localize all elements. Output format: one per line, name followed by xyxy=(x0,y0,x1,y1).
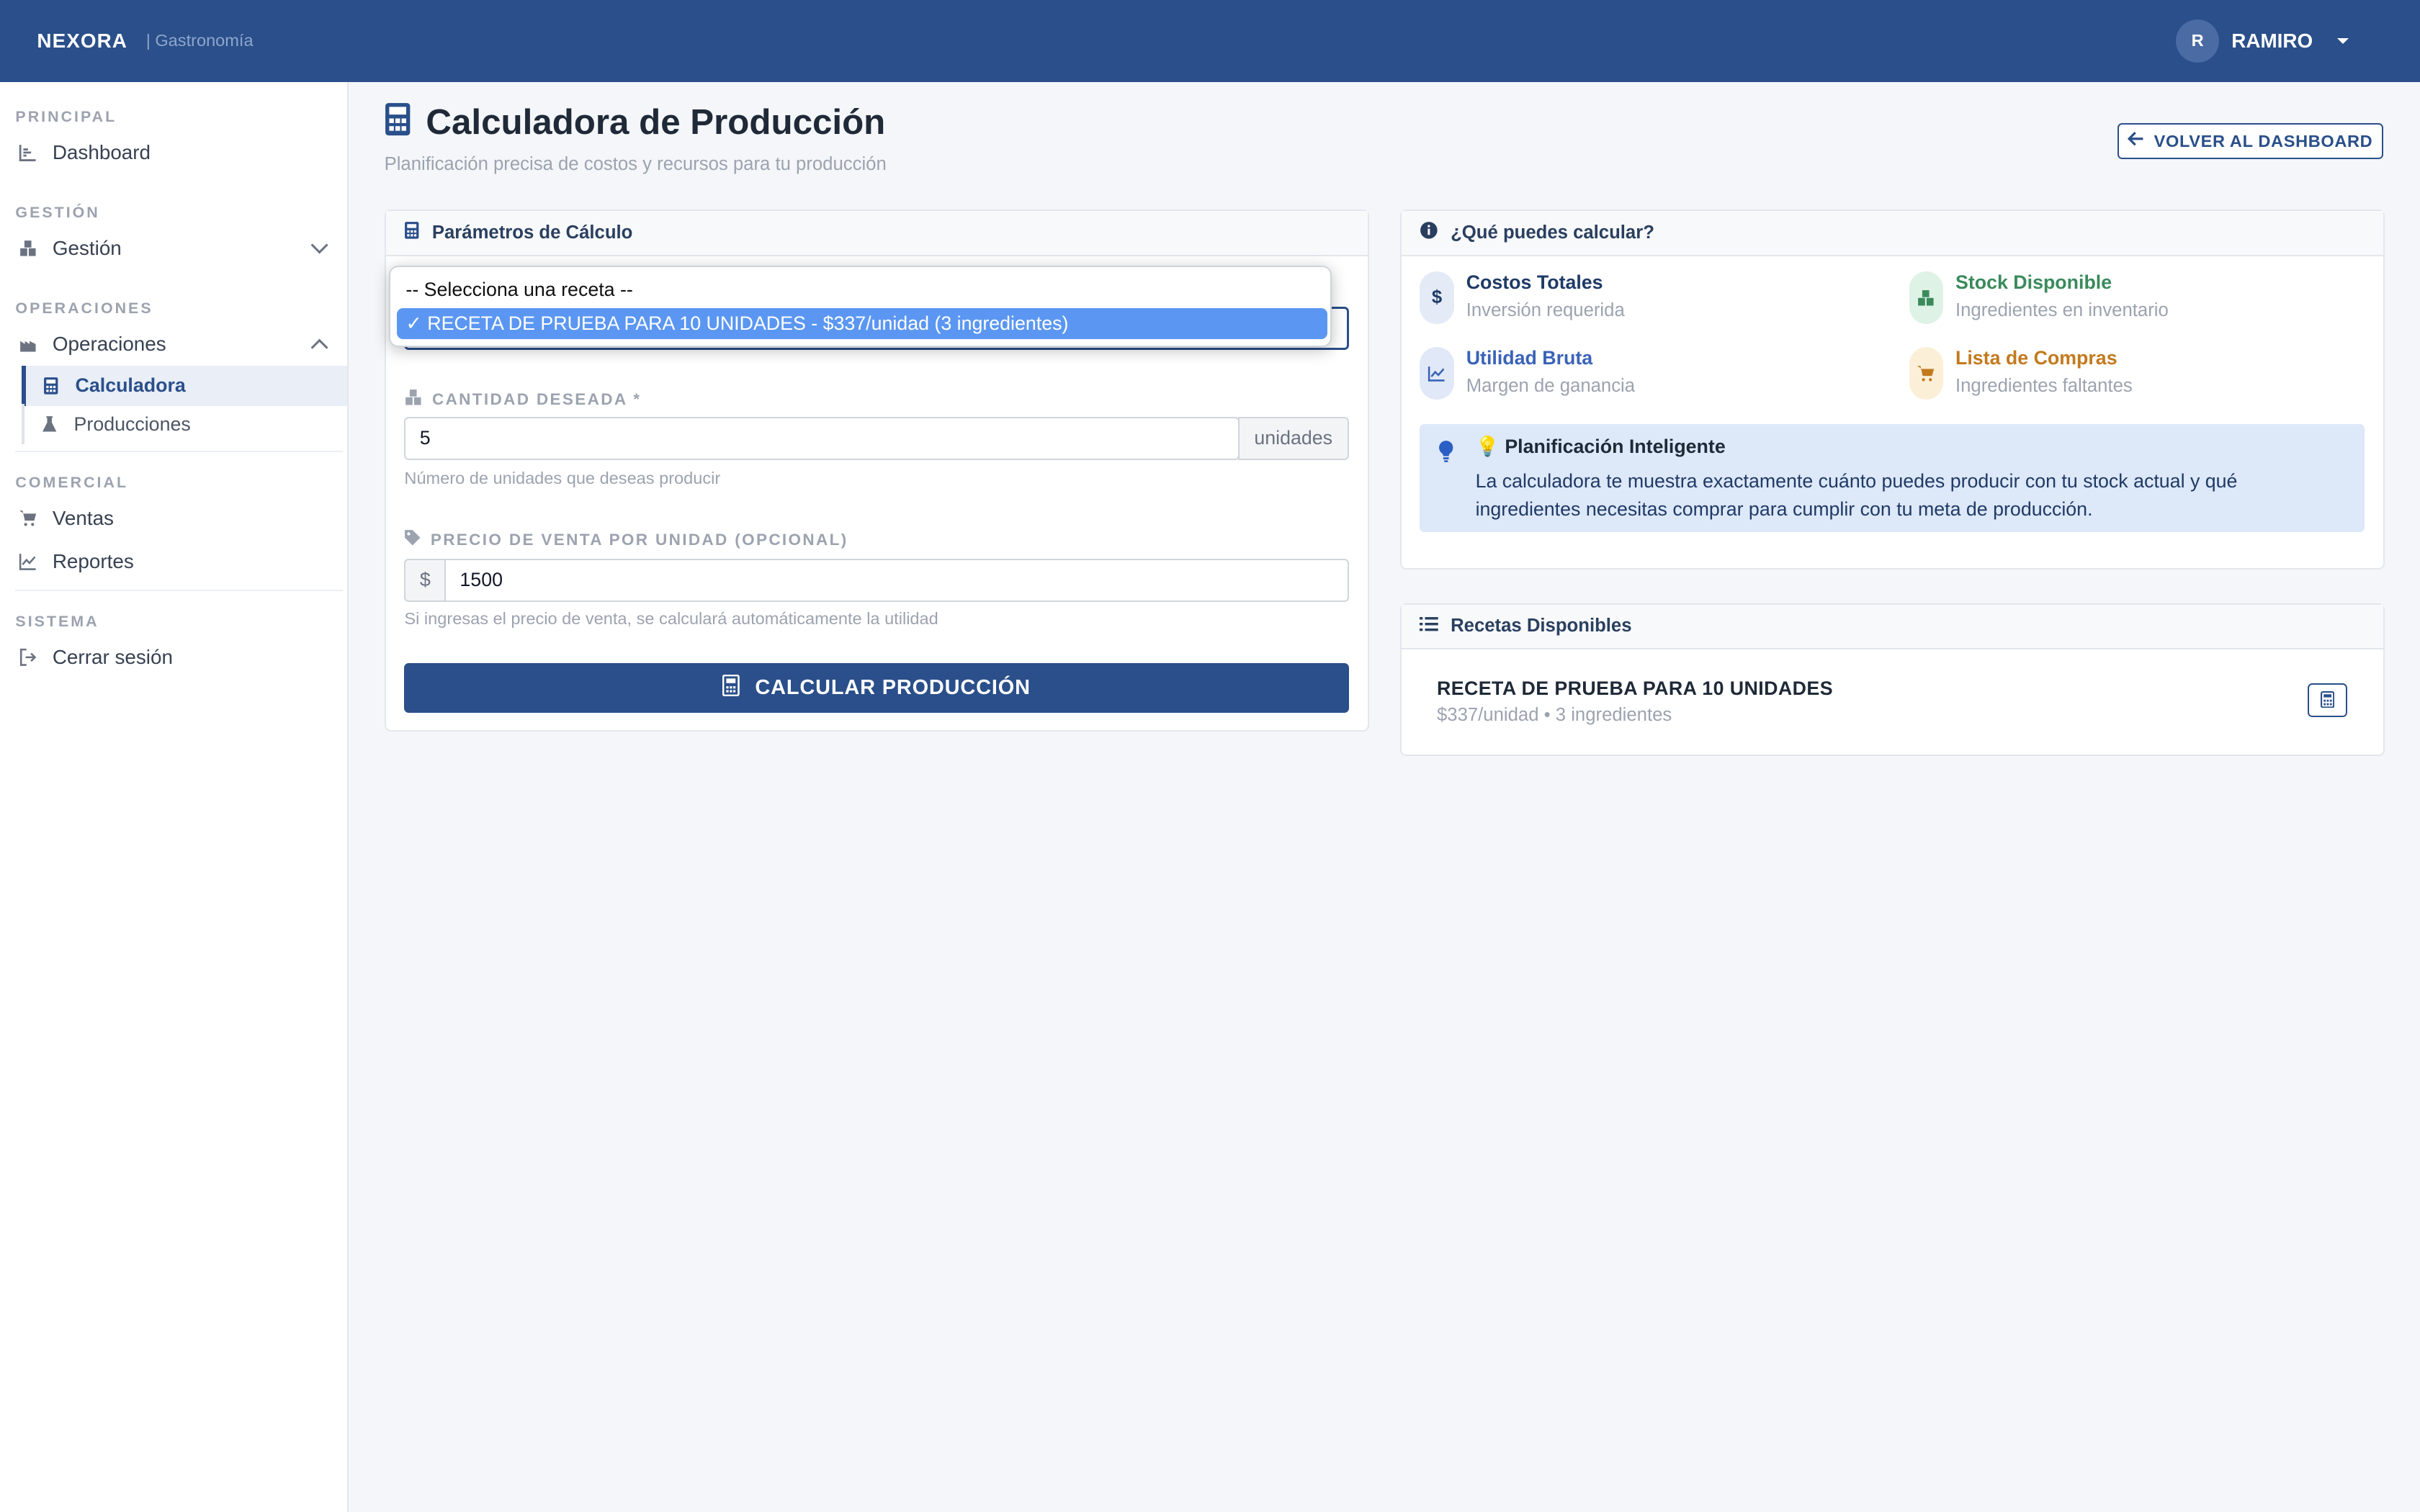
price-input[interactable]: 1500 xyxy=(444,558,1349,602)
sidebar-divider xyxy=(15,450,343,452)
lightbulb-icon xyxy=(1438,440,1453,469)
dropdown-option-placeholder[interactable]: -- Selecciona una receta -- xyxy=(397,274,1327,305)
recipe-calculate-button[interactable] xyxy=(2307,683,2348,718)
feature-title: Stock Disponible xyxy=(1955,271,2112,294)
page-header: Calculadora de Producción xyxy=(385,102,886,143)
feature-title: Lista de Compras xyxy=(1955,347,2118,369)
boxes-icon xyxy=(19,239,37,258)
chart-line-icon xyxy=(19,552,37,571)
sidebar-item-label: Producciones xyxy=(73,413,191,435)
sidebar-item-label: Gestión xyxy=(52,236,122,259)
dollar-icon: $ xyxy=(1420,271,1454,324)
sidebar-item-calculadora[interactable]: Calculadora xyxy=(22,365,348,406)
feature-lista-compras: Lista de Compras Ingredientes faltantes xyxy=(1909,347,2133,400)
arrow-left-icon xyxy=(2128,131,2145,150)
calculator-icon xyxy=(2320,686,2335,714)
sidebar-section-operaciones: OPERACIONES xyxy=(15,299,153,317)
quantity-input[interactable]: 5 xyxy=(404,416,1240,460)
cart-icon xyxy=(1909,347,1943,400)
price-label: PRECIO DE VENTA POR UNIDAD (OPCIONAL) xyxy=(404,529,848,551)
sidebar-item-cerrar-sesion[interactable]: Cerrar sesión xyxy=(0,637,347,678)
feature-desc: Ingredientes faltantes xyxy=(1955,375,2133,396)
feature-desc: Inversión requerida xyxy=(1466,300,1625,320)
sidebar-item-label: Calculadora xyxy=(75,374,186,397)
brand-subtitle: | Gastronomía xyxy=(145,31,254,50)
sidebar-section-comercial: COMERCIAL xyxy=(15,473,129,491)
params-card-title: Parámetros de Cálculo xyxy=(431,222,633,243)
calculate-button-label: CALCULAR PRODUCCIÓN xyxy=(755,676,1031,700)
feature-utilidad-bruta: Utilidad Bruta Margen de ganancia xyxy=(1420,347,1635,400)
info-card-title: ¿Qué puedes calcular? xyxy=(1451,222,1654,243)
calculator-icon xyxy=(722,674,740,702)
tip-text: La calculadora te muestra exactamente cu… xyxy=(1475,470,2238,520)
brand-logo[interactable]: NEXORA xyxy=(37,30,127,53)
user-menu[interactable]: R RAMIRO xyxy=(2176,19,2349,63)
tip-title: 💡 Planificación Inteligente xyxy=(1475,436,1726,458)
sidebar-item-label: Cerrar sesión xyxy=(52,645,173,668)
back-button-label: VOLVER AL DASHBOARD xyxy=(2154,131,2373,150)
feature-desc: Margen de ganancia xyxy=(1466,375,1636,396)
params-card-header: Parámetros de Cálculo xyxy=(385,211,1368,256)
sidebar-item-label: Operaciones xyxy=(52,332,166,355)
sidebar-section-sistema: SISTEMA xyxy=(15,612,99,630)
sidebar-item-reportes[interactable]: Reportes xyxy=(0,541,347,582)
chart-line-icon xyxy=(1420,347,1454,400)
calculator-icon xyxy=(41,377,60,395)
dropdown-option-selected[interactable]: ✓ RECETA DE PRUEBA PARA 10 UNIDADES - $3… xyxy=(396,308,1327,340)
sidebar-item-gestion[interactable]: Gestión xyxy=(0,228,347,269)
sidebar-divider xyxy=(15,589,343,591)
list-icon xyxy=(1420,616,1438,636)
calculator-icon xyxy=(404,221,419,245)
top-navbar: NEXORA | Gastronomía R RAMIRO xyxy=(0,0,2420,82)
recipe-meta: $337/unidad • 3 ingredientes xyxy=(1436,705,1672,726)
quantity-label-text: CANTIDAD DESEADA * xyxy=(431,390,642,408)
recipes-card-header: Recetas Disponibles xyxy=(1401,604,2383,649)
tip-box: 💡 Planificación Inteligente La calculado… xyxy=(1420,424,2365,533)
sign-out-icon xyxy=(19,648,37,667)
sidebar-section-principal: PRINCIPAL xyxy=(15,108,117,125)
feature-stock-disponible: Stock Disponible Ingredientes en inventa… xyxy=(1909,271,2169,324)
recipes-card-title: Recetas Disponibles xyxy=(1451,616,1632,636)
chevron-down-icon xyxy=(310,236,328,254)
avatar: R xyxy=(2176,19,2220,63)
recipe-dropdown-menu: -- Selecciona una receta -- ✓ RECETA DE … xyxy=(389,265,1332,348)
sidebar-item-operaciones[interactable]: Operaciones xyxy=(0,324,347,364)
chart-area-icon xyxy=(19,143,37,162)
industry-icon xyxy=(19,335,37,354)
quantity-label: CANTIDAD DESEADA * xyxy=(404,389,641,410)
feature-desc: Ingredientes en inventario xyxy=(1955,300,2169,320)
page-title: Calculadora de Producción xyxy=(426,102,886,143)
info-circle-icon xyxy=(1420,221,1438,245)
currency-addon: $ xyxy=(404,558,447,602)
chevron-up-icon xyxy=(310,338,328,356)
sidebar-item-producciones[interactable]: Producciones xyxy=(22,404,347,445)
info-card-header: ¿Qué puedes calcular? xyxy=(1401,211,2383,256)
recipe-name[interactable]: RECETA DE PRUEBA PARA 10 UNIDADES xyxy=(1437,678,1833,700)
calculator-icon xyxy=(385,102,411,143)
boxes-icon xyxy=(404,389,423,410)
cart-icon xyxy=(19,509,37,528)
back-to-dashboard-button[interactable]: VOLVER AL DASHBOARD xyxy=(2118,123,2383,159)
sidebar-item-label: Ventas xyxy=(52,506,114,529)
price-help: Si ingresas el precio de venta, se calcu… xyxy=(404,609,938,629)
feature-title: Utilidad Bruta xyxy=(1466,347,1593,369)
feature-title: Costos Totales xyxy=(1466,271,1603,294)
feature-costos-totales: $ Costos Totales Inversión requerida xyxy=(1420,271,1625,324)
page-subtitle: Planificación precisa de costos y recurs… xyxy=(384,154,887,175)
flask-icon xyxy=(40,415,58,433)
sidebar-item-dashboard[interactable]: Dashboard xyxy=(0,132,347,173)
price-label-text: PRECIO DE VENTA POR UNIDAD (OPCIONAL) xyxy=(430,530,848,549)
sidebar-item-label: Dashboard xyxy=(52,141,151,164)
quantity-unit-addon: unidades xyxy=(1237,416,1349,460)
caret-down-icon xyxy=(2337,37,2349,44)
boxes-icon xyxy=(1909,271,1943,324)
user-name: RAMIRO xyxy=(2231,29,2313,52)
sidebar xyxy=(0,81,349,1512)
calculate-button[interactable]: CALCULAR PRODUCCIÓN xyxy=(404,663,1349,713)
tag-icon xyxy=(404,529,421,551)
sidebar-section-gestion: GESTIÓN xyxy=(15,203,100,221)
quantity-help: Número de unidades que deseas producir xyxy=(404,469,721,488)
sidebar-item-label: Reportes xyxy=(52,549,134,572)
sidebar-item-ventas[interactable]: Ventas xyxy=(0,498,347,539)
